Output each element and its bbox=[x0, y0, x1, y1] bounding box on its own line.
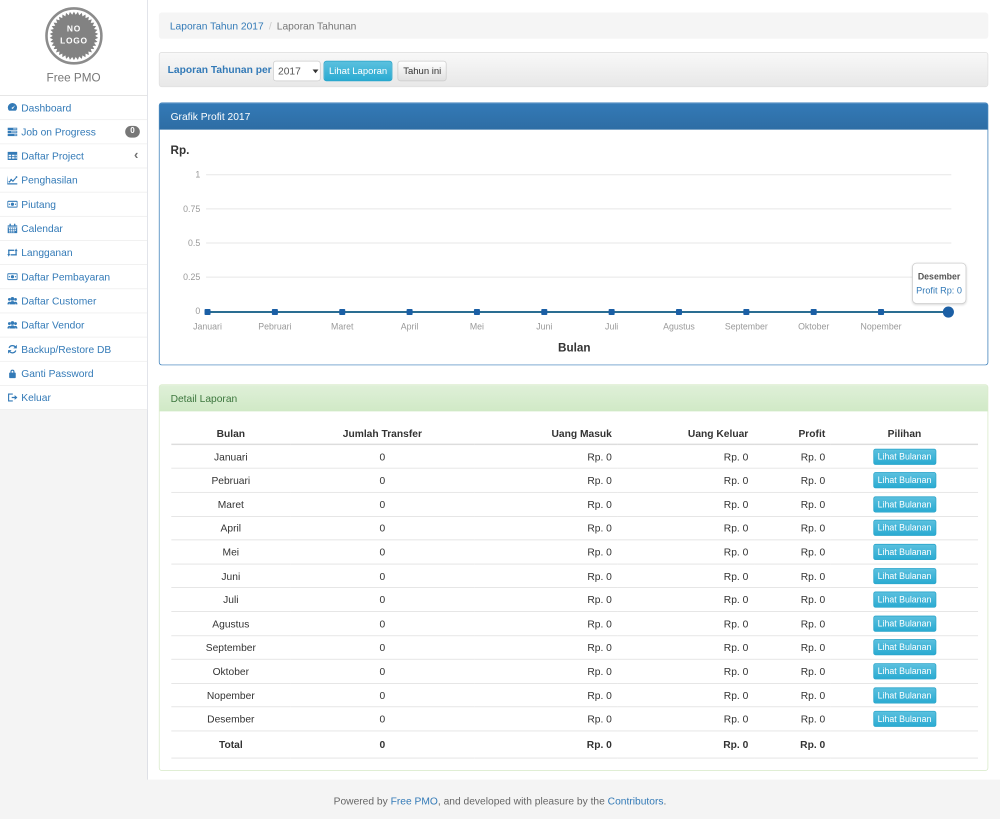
svg-text:0.75: 0.75 bbox=[183, 204, 200, 214]
svg-text:Oktober: Oktober bbox=[798, 321, 829, 331]
svg-text:0: 0 bbox=[195, 306, 200, 316]
svg-text:0.25: 0.25 bbox=[183, 272, 200, 282]
svg-text:Maret: Maret bbox=[331, 321, 354, 331]
svg-text:Januari: Januari bbox=[193, 321, 222, 331]
svg-text:Bulan: Bulan bbox=[558, 342, 591, 355]
svg-text:Juni: Juni bbox=[536, 321, 552, 331]
svg-text:NO: NO bbox=[67, 23, 81, 33]
svg-text:September: September bbox=[725, 321, 768, 331]
svg-text:Juli: Juli bbox=[605, 321, 618, 331]
svg-text:Mei: Mei bbox=[470, 321, 484, 331]
svg-text:1: 1 bbox=[195, 170, 200, 180]
svg-text:Rp.: Rp. bbox=[171, 144, 190, 157]
svg-text:0.5: 0.5 bbox=[188, 238, 200, 248]
svg-text:Agustus: Agustus bbox=[663, 321, 695, 331]
svg-text:Pebruari: Pebruari bbox=[258, 321, 291, 331]
svg-text:Nopember: Nopember bbox=[861, 321, 902, 331]
svg-text:April: April bbox=[401, 321, 419, 331]
svg-text:LOGO: LOGO bbox=[60, 36, 88, 46]
